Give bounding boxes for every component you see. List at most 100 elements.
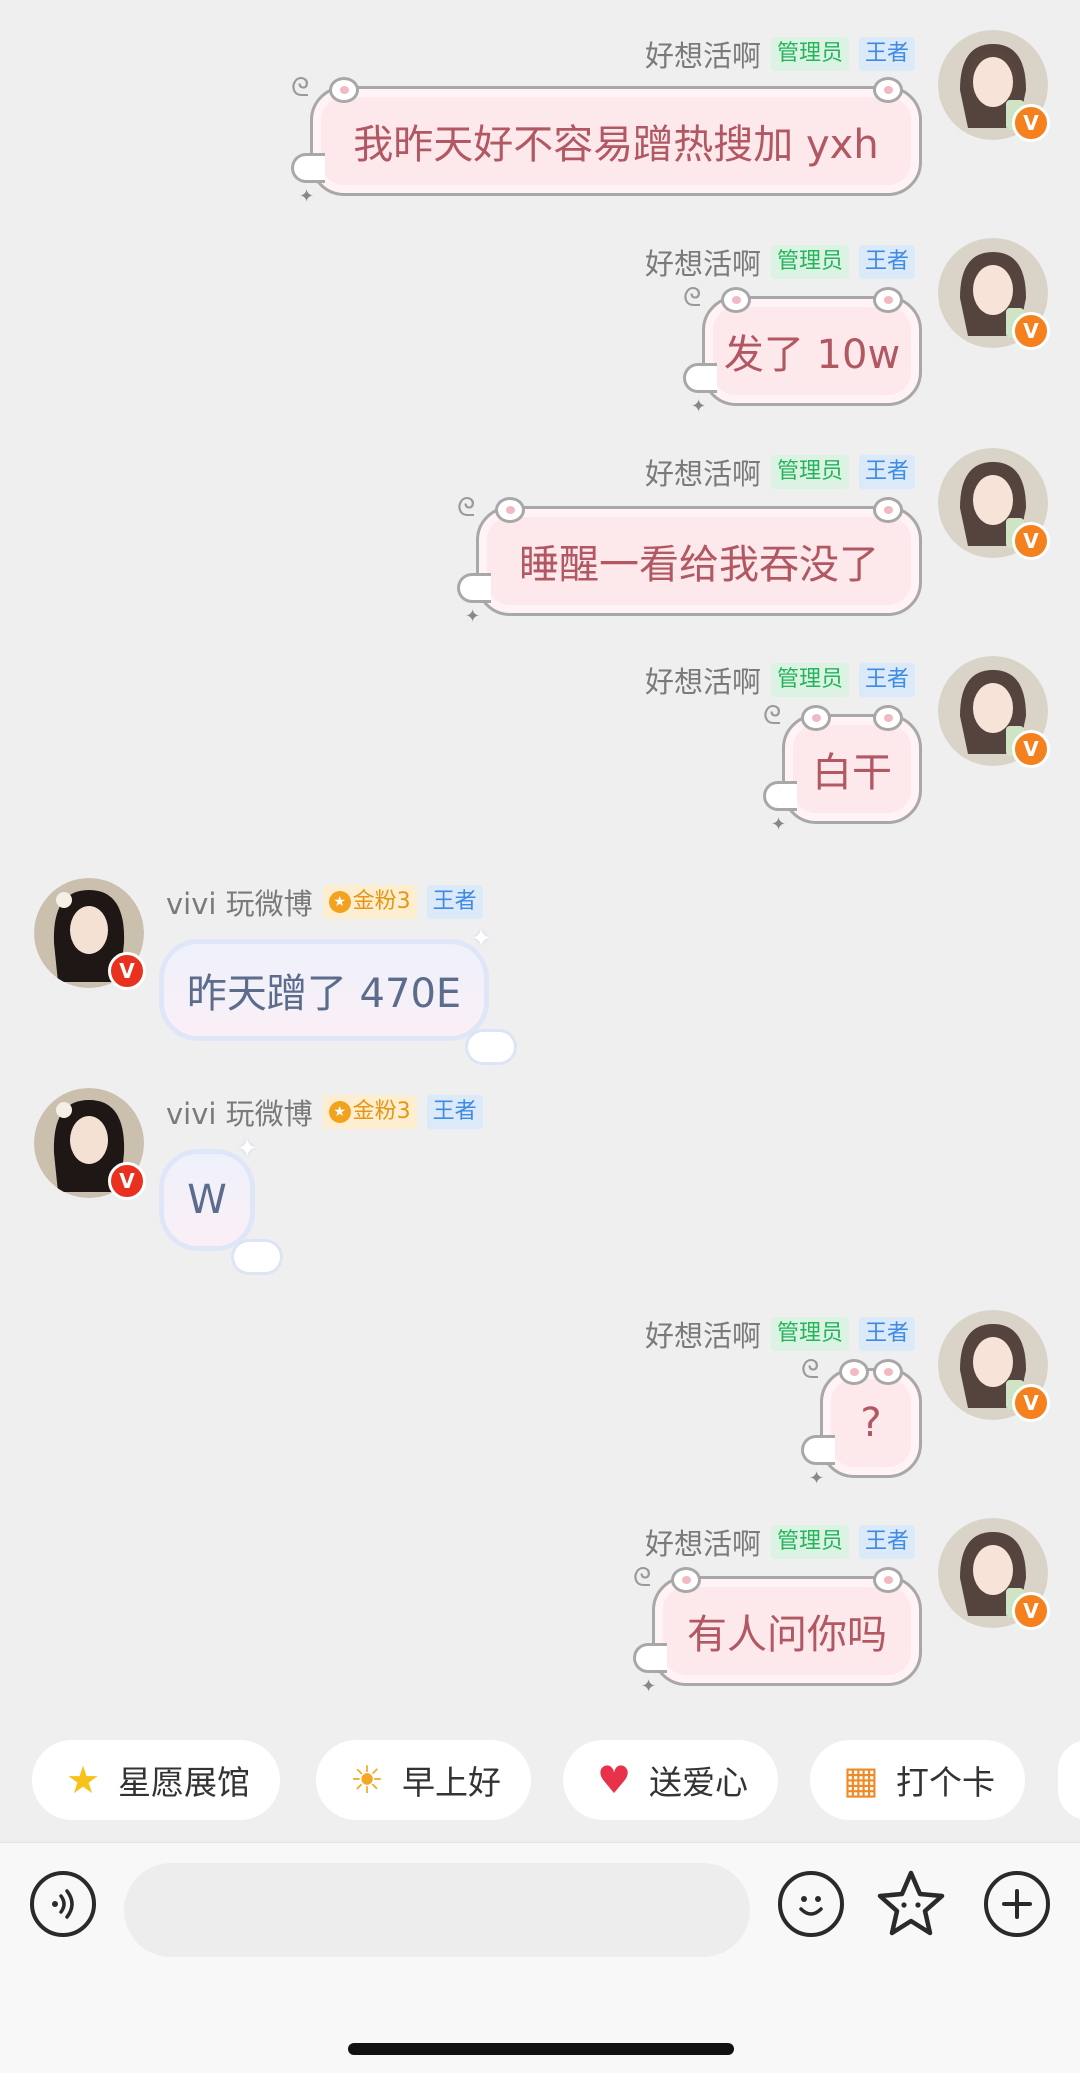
paw-ear-icon — [801, 705, 831, 731]
smiley-face-icon — [799, 1896, 823, 1916]
king-tag: 王者 — [858, 245, 915, 279]
cat-tail-icon — [801, 1435, 835, 1465]
verified-badge-icon: V — [1012, 1384, 1050, 1422]
message-bubble[interactable]: ✦ 昨天蹭了 470E — [164, 924, 514, 1062]
paw-ear-icon — [873, 1567, 903, 1593]
gold-fan-label: 金粉3 — [352, 1099, 411, 1124]
paw-ear-icon — [329, 77, 359, 103]
avatar[interactable]: V — [34, 878, 146, 990]
message-bubble[interactable]: ᘓ ✦ 我昨天好不容易蹭热搜加 yxh — [291, 73, 922, 207]
admin-tag: 管理员 — [770, 1525, 849, 1559]
king-tag: 王者 — [426, 1095, 483, 1129]
avatar[interactable]: V — [938, 238, 1050, 350]
avatar[interactable]: V — [938, 1310, 1050, 1422]
message-text: 睡醒一看给我吞没了 — [519, 542, 879, 588]
sender-name[interactable]: vivi 玩微博 — [166, 1091, 313, 1133]
plus-icon — [1002, 1889, 1032, 1919]
message-text: 有人问你吗 — [687, 1612, 887, 1658]
message-input[interactable] — [124, 1863, 750, 1957]
sticker-star-icon[interactable] — [874, 1867, 948, 1941]
sun-icon: ☀ — [349, 1758, 385, 1802]
sparkle-icon: ✦ — [691, 396, 707, 417]
paw-ear-icon — [671, 1567, 701, 1593]
star-icon: ★ — [65, 1758, 101, 1802]
chip-good-morning[interactable]: ☀ 早上好 — [316, 1740, 531, 1820]
message-text: ? — [860, 1400, 882, 1446]
message-bubble[interactable]: ᘓ ✦ 白干 — [763, 701, 922, 835]
medal-icon: ★ — [328, 1101, 351, 1123]
swirl-icon: ᘓ — [683, 283, 702, 313]
sender-name[interactable]: 好想活啊 — [645, 659, 761, 701]
sender-name[interactable]: 好想活啊 — [645, 33, 761, 75]
cat-tail-icon — [763, 781, 797, 811]
chat-list[interactable]: 好想活啊 管理员 王者 V ᘓ ✦ 我昨天好不容易蹭热搜加 yxh 好想活啊 管… — [0, 0, 1080, 1735]
king-tag: 王者 — [426, 885, 483, 919]
message-bubble[interactable]: ✦ W — [164, 1134, 280, 1272]
sender-name[interactable]: 好想活啊 — [645, 451, 761, 493]
message-text: 发了 10w — [723, 332, 901, 378]
admin-tag: 管理员 — [770, 245, 849, 279]
paw-ear-icon — [873, 77, 903, 103]
admin-tag: 管理员 — [770, 455, 849, 489]
message-text: 我昨天好不容易蹭热搜加 yxh — [353, 122, 879, 168]
chip-send-heart[interactable]: ♥ 送爱心 — [563, 1740, 778, 1820]
message-text: W — [187, 1177, 227, 1223]
sparkle-icon: ✦ — [771, 814, 787, 835]
sparkle-icon: ✦ — [465, 606, 481, 627]
verified-badge-icon: V — [108, 1162, 146, 1200]
chip-label: 打个卡 — [896, 1763, 995, 1802]
sender-name[interactable]: 好想活啊 — [645, 1521, 761, 1563]
cat-tail-icon — [683, 363, 717, 393]
cloud-icon — [468, 1032, 514, 1062]
emoji-icon[interactable] — [778, 1871, 844, 1937]
chip-label: 星愿展馆 — [118, 1763, 250, 1802]
heart-icon: ♥ — [596, 1758, 632, 1802]
verified-badge-icon: V — [1012, 1592, 1050, 1630]
sender-meta: vivi 玩微博 ★ 金粉3 王者 — [166, 882, 566, 922]
king-tag: 王者 — [858, 1317, 915, 1351]
swirl-icon: ᘓ — [801, 1355, 820, 1385]
avatar[interactable]: V — [938, 448, 1050, 560]
paw-ear-icon — [873, 1359, 903, 1385]
sender-meta: vivi 玩微博 ★ 金粉3 王者 — [166, 1092, 566, 1132]
paw-ear-icon — [721, 287, 751, 313]
cat-tail-icon — [291, 153, 325, 183]
sparkle-icon: ✦ — [809, 1468, 825, 1489]
gold-fan-tag: ★ 金粉3 — [322, 1095, 417, 1129]
message-bubble[interactable]: ᘓ ✦ 有人问你吗 — [633, 1563, 922, 1697]
swirl-icon: ᘓ — [457, 493, 476, 523]
sender-meta: 好想活啊 管理员 王者 — [560, 34, 915, 74]
message-text: 昨天蹭了 470E — [186, 971, 462, 1017]
sender-meta: 好想活啊 管理员 王者 — [560, 1522, 915, 1562]
home-indicator[interactable] — [348, 2043, 734, 2055]
chip-check-in[interactable]: ▦ 打个卡 — [810, 1740, 1025, 1820]
chip-label: 早上好 — [402, 1763, 501, 1802]
sender-name[interactable]: vivi 玩微博 — [166, 881, 313, 923]
message-bubble[interactable]: ᘓ ✦ ? — [801, 1355, 922, 1489]
sender-meta: 好想活啊 管理员 王者 — [560, 660, 915, 700]
avatar[interactable]: V — [938, 30, 1050, 142]
gold-fan-label: 金粉3 — [352, 889, 411, 914]
add-icon[interactable] — [984, 1871, 1050, 1937]
paw-ear-icon — [873, 497, 903, 523]
chip-label: 送爱心 — [649, 1763, 748, 1802]
message-bubble[interactable]: ᘓ ✦ 发了 10w — [683, 283, 922, 417]
message-bubble[interactable]: ᘓ ✦ 睡醒一看给我吞没了 — [457, 493, 922, 627]
verified-badge-icon: V — [1012, 730, 1050, 768]
avatar[interactable]: V — [938, 1518, 1050, 1630]
chip-star-gallery[interactable]: ★ 星愿展馆 — [32, 1740, 280, 1820]
gold-fan-tag: ★ 金粉3 — [322, 885, 417, 919]
chip-more[interactable] — [1058, 1740, 1080, 1820]
paw-ear-icon — [495, 497, 525, 523]
sender-name[interactable]: 好想活啊 — [645, 241, 761, 283]
voice-icon[interactable] — [30, 1871, 96, 1937]
sender-name[interactable]: 好想活啊 — [645, 1313, 761, 1355]
paw-ear-icon — [873, 705, 903, 731]
cat-tail-icon — [457, 573, 491, 603]
avatar[interactable]: V — [34, 1088, 146, 1200]
quick-action-bar[interactable]: ★ 星愿展馆 ☀ 早上好 ♥ 送爱心 ▦ 打个卡 — [0, 1740, 1080, 1822]
cloud-icon — [234, 1242, 280, 1272]
avatar[interactable]: V — [938, 656, 1050, 768]
star-outline-icon — [877, 1870, 945, 1936]
admin-tag: 管理员 — [770, 37, 849, 71]
